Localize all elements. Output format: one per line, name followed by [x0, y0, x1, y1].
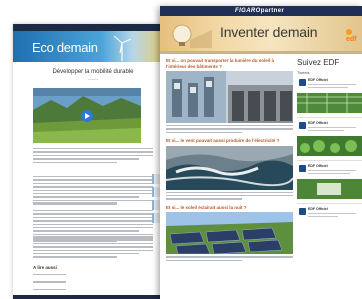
front-top-bar: FIGAROpartner [160, 6, 362, 16]
back-article-meta: ——— [87, 77, 99, 81]
tweet-item[interactable]: EDF Officiel [297, 77, 362, 91]
question-description [166, 191, 293, 200]
tweet-author[interactable]: EDF Officiel [308, 78, 328, 82]
sun-icon [346, 29, 352, 35]
question-description [166, 256, 293, 262]
back-banner-title: Eco demain [32, 40, 98, 55]
question-title[interactable]: Et si... on pouvait transporter la lumiè… [166, 58, 293, 69]
greenhouse-photo [297, 93, 362, 113]
question-card[interactable]: Et si... le soleil éclairait aussi la nu… [166, 205, 293, 262]
front-sub-bar [160, 51, 362, 54]
question-title[interactable]: Et si... le soleil éclairait aussi la nu… [166, 205, 293, 211]
windmill-icon [113, 35, 132, 61]
tweet-item[interactable]: EDF Officiel [297, 120, 362, 134]
back-top-bar [13, 24, 173, 31]
question-image[interactable] [166, 71, 293, 123]
lab-photo [297, 179, 362, 199]
question-description [166, 125, 293, 134]
sidebar-title: Suivez EDF [297, 58, 340, 67]
tweet-image[interactable] [297, 93, 362, 113]
building-photo [166, 71, 293, 123]
sidebar: Suivez EDF Tweets EDF Officiel EDF Offic… [297, 58, 362, 222]
avatar[interactable] [299, 122, 306, 129]
edf-logo-text: edf [346, 36, 357, 43]
play-icon[interactable] [81, 109, 93, 122]
question-image[interactable] [166, 145, 293, 190]
background-article-page: Eco demain Développer la mobilité durabl… [13, 24, 173, 299]
avatar[interactable] [299, 208, 306, 215]
banner-title: Inventer demain [220, 24, 318, 40]
avatar[interactable] [299, 79, 306, 86]
question-title[interactable]: Et si... le vent pouvait aussi produire … [166, 138, 293, 144]
back-article-body-4 [33, 236, 153, 260]
avatar[interactable] [299, 165, 306, 172]
tweets-label[interactable]: Tweets [297, 70, 362, 75]
back-article-body-2 [33, 202, 153, 205]
lightbulb-illustration-icon [172, 24, 212, 48]
solar-panels-photo [166, 212, 293, 255]
question-card[interactable]: Et si... le vent pouvait aussi produire … [166, 138, 293, 200]
tweet-author[interactable]: EDF Officiel [308, 121, 328, 125]
front-banner: Inventer demain edf [160, 16, 362, 51]
brand-prefix: FIGARO [235, 8, 261, 14]
question-card[interactable]: Et si... on pouvait transporter la lumiè… [166, 58, 293, 134]
video-player[interactable] [33, 88, 141, 143]
edf-logo[interactable]: edf [346, 29, 362, 43]
figaro-partner-logo[interactable]: FIGAROpartner [235, 6, 284, 16]
tweet-author[interactable]: EDF Officiel [308, 164, 328, 168]
tweet-author[interactable]: EDF Officiel [308, 207, 328, 211]
back-article-intro [33, 148, 153, 165]
tweet-item[interactable]: EDF Officiel [297, 206, 362, 220]
back-banner: Eco demain [13, 31, 173, 62]
question-list: Et si... on pouvait transporter la lumiè… [166, 58, 293, 266]
back-article-heading: Développer la mobilité durable [52, 69, 134, 75]
tweet-image[interactable] [297, 179, 362, 199]
sea-wave-photo [166, 145, 293, 190]
tweet-image[interactable] [297, 136, 362, 156]
back-footer [13, 295, 173, 299]
front-article-page: FIGAROpartner Inventer demain edf Et si.… [160, 6, 362, 299]
back-related-title: A lire aussi [33, 265, 57, 270]
tweet-item[interactable]: EDF Officiel [297, 163, 362, 177]
question-image[interactable] [166, 212, 293, 255]
brand-suffix: partner [260, 8, 285, 14]
plants-photo [297, 136, 362, 156]
